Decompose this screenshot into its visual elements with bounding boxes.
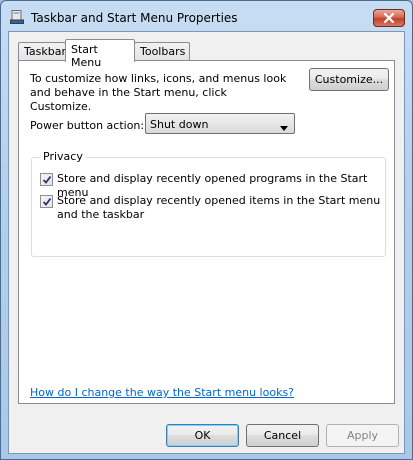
chevron-down-icon [280,121,288,134]
apply-button[interactable]: Apply [326,424,399,447]
close-button[interactable] [373,9,405,27]
recent-programs-checkbox[interactable] [40,173,53,186]
privacy-group-title: Privacy [40,150,86,163]
tab-toolbars[interactable]: Toolbars [134,42,190,61]
power-button-action-value: Shut down [150,118,209,131]
privacy-group: Privacy Store and display recently opene… [31,150,386,257]
taskbar-properties-icon [10,10,24,24]
cancel-button[interactable]: Cancel [246,424,319,447]
dialog-window: Taskbar and Start Menu Properties Taskba… [0,0,413,460]
window-title: Taskbar and Start Menu Properties [31,11,238,25]
tab-taskbar[interactable]: Taskbar [18,42,66,61]
customize-description: To customize how links, icons, and menus… [30,72,287,113]
title-bar[interactable]: Taskbar and Start Menu Properties [1,1,412,31]
power-button-action-select[interactable]: Shut down [145,113,295,134]
start-menu-panel: To customize how links, icons, and menus… [18,60,395,404]
recent-items-checkbox[interactable] [40,195,53,208]
dialog-client-area: Taskbar Start Menu Toolbars To customize… [8,31,405,454]
recent-items-label: Store and display recently opened items … [57,194,381,221]
ok-button[interactable]: OK [166,424,239,447]
start-menu-help-link[interactable]: How do I change the way the Start menu l… [30,386,294,399]
recent-items-option[interactable]: Store and display recently opened items … [40,194,382,222]
checkmark-icon [42,197,52,206]
tab-start-menu[interactable]: Start Menu [65,39,135,69]
power-button-label: Power button action: [30,119,145,132]
customize-button[interactable]: Customize... [309,68,389,91]
checkmark-icon [42,175,52,184]
close-icon [383,13,395,23]
